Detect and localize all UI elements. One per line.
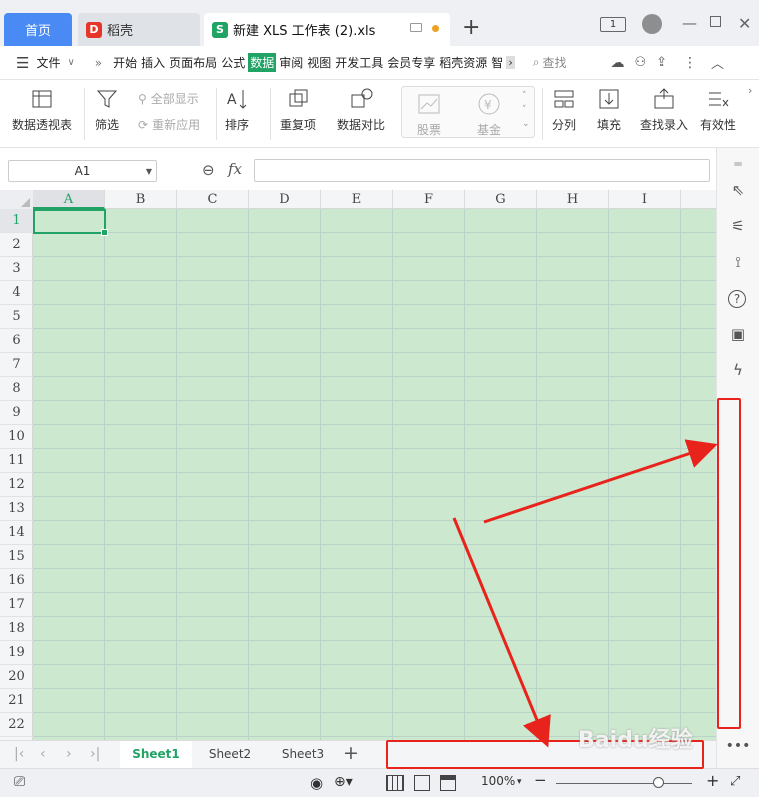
annotation-arrow-right bbox=[483, 439, 718, 524]
watermark: Baidu经验 bbox=[578, 728, 693, 753]
annotation-arrows bbox=[452, 439, 718, 748]
annotation-arrow-down bbox=[452, 517, 551, 748]
